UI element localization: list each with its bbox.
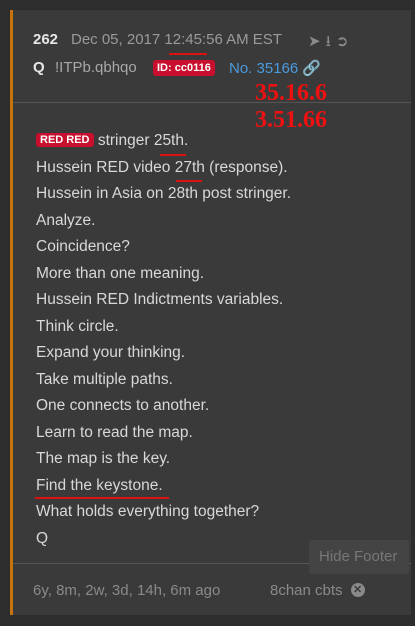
post-author: Q [33,59,45,76]
body-line-8: Think circle. [36,317,119,335]
body-line-7: Hussein RED Indictments variables. [36,291,284,308]
annotation-line-2: 3.51.66 [255,107,327,133]
red-badge: RED RED [36,132,94,147]
post-link-label[interactable]: No. 35166 [229,60,298,77]
post-number: 262 [33,31,59,48]
body-line-11: One connects to another. [36,397,210,414]
body-line-12: Learn to read the map. [36,423,193,441]
header-icons: ➤⭳➲ [308,31,353,56]
body-line-13: The map is the key. [36,450,171,467]
post-date: Dec 05, 2017 12:45:56 AM EST [71,31,282,48]
body-line-14: Find the keystone. [36,476,163,494]
source-text: 8chan cbts [270,582,343,599]
post-header: 262 Dec 05, 2017 12:45:56 AM EST ➤⭳➲ Q !… [13,10,411,102]
post-age: 6y, 8m, 2w, 3d, 14h, 6m ago [33,582,221,599]
body-line-1: RED RED stringer 25th. [36,132,291,159]
share-icon[interactable]: ➤ [308,33,326,50]
id-badge: ID: cc0116 [153,60,215,76]
body-line-2: Hussein RED video 27th (response). [36,158,288,176]
post-link[interactable]: No. 35166 🔗 [229,59,321,77]
body-line-6: More than one meaning. [36,264,205,282]
download-icon[interactable]: ⭳ [326,33,336,50]
body-line-3: Hussein in Asia on 28th post stringer. [36,185,292,202]
arrow-right-circle-icon[interactable]: ➲ [336,33,354,50]
link-icon: 🔗 [302,60,322,77]
underline-time [169,53,207,55]
body-line-5: Coincidence? [36,238,130,255]
body-line-15: What holds everything together? [36,503,260,520]
body-line-9: Expand your thinking. [36,344,186,361]
body-line-16: Q [36,529,49,547]
post-card: 262 Dec 05, 2017 12:45:56 AM EST ➤⭳➲ Q !… [10,10,411,615]
body-line-4: Analyze. [36,211,96,229]
post-body: RED RED stringer 25th. Hussein RED video… [36,132,291,556]
annotation-line-1: 35.16.6 [255,80,327,106]
close-icon[interactable]: ✕ [350,583,365,598]
line-text: stringer 25th. [97,132,189,149]
body-line-10: Take multiple paths. [36,370,173,388]
header-divider [13,102,411,103]
source-label: 8chan cbts ✕ [270,582,365,599]
hide-footer-button[interactable]: Hide Footer [309,540,409,574]
tripcode: !ITPb.qbhqo [55,59,137,76]
